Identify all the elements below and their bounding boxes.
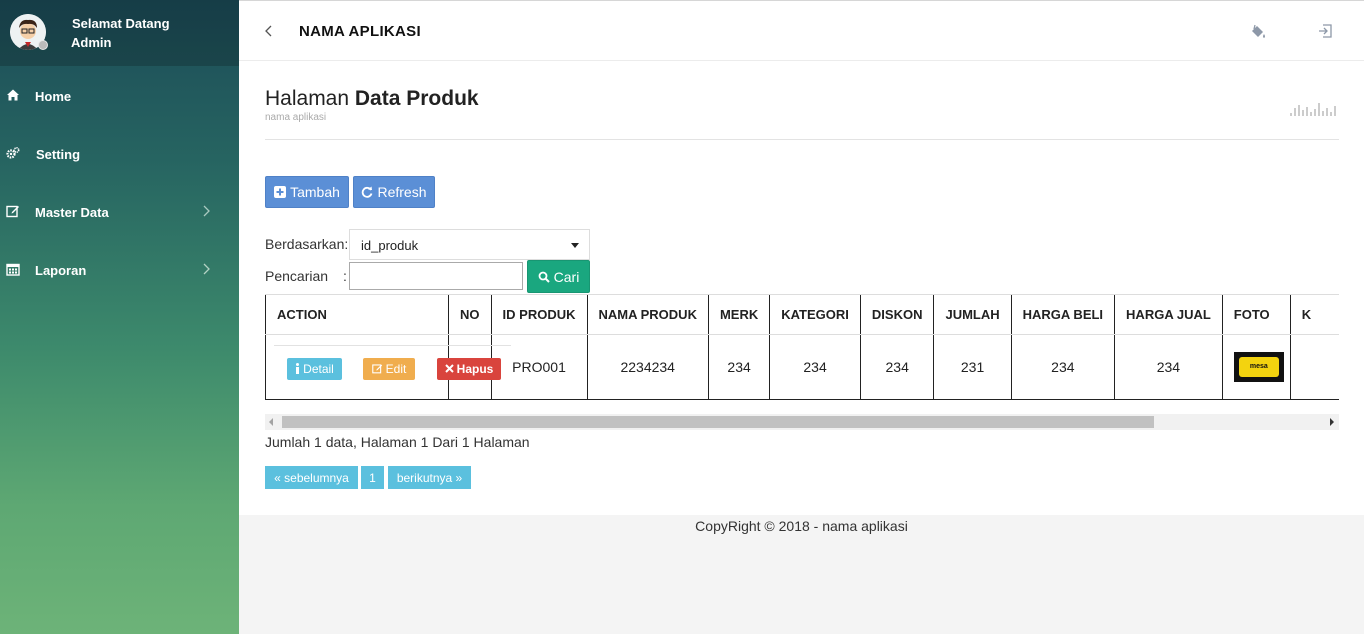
pagination-info: Jumlah 1 data, Halaman 1 Dari 1 Halaman [265, 434, 530, 450]
caret-down-icon [571, 243, 579, 248]
sidebar-item-home[interactable]: Home [0, 76, 239, 116]
horizontal-scrollbar[interactable] [265, 414, 1339, 430]
edit-label: Edit [385, 361, 407, 376]
cell-harga-jual: 234 [1114, 334, 1223, 399]
column-header-k: K [1289, 295, 1339, 335]
chevron-right-icon [203, 205, 210, 217]
welcome-text: Selamat Datang [72, 16, 170, 31]
column-header-foto: FOTO [1221, 295, 1291, 335]
page-title: Halaman Data Produk [265, 87, 479, 111]
scroll-right-arrow-icon[interactable] [1330, 418, 1334, 426]
calendar-icon [6, 263, 20, 276]
column-header-kategori: KATEGORI [769, 295, 861, 335]
content-panel: Halaman Data Produk nama aplikasi Tambah [239, 61, 1364, 515]
top-navbar: NAMA APLIKASI [239, 0, 1364, 61]
bar-chart-icon [1290, 103, 1336, 116]
hapus-button[interactable]: Hapus [437, 357, 501, 380]
home-icon [7, 89, 19, 101]
scroll-left-arrow-icon[interactable] [269, 418, 273, 426]
tambah-button[interactable]: Tambah [265, 176, 349, 208]
filter-by-select[interactable]: id_produk [349, 229, 590, 260]
sidebar-item-label: Setting [36, 147, 81, 162]
search-colon: : [343, 268, 347, 284]
previous-page-button[interactable]: « sebelumnya [265, 466, 358, 489]
column-header-no: NO [448, 295, 492, 335]
column-header-merk: MERK [707, 295, 770, 335]
edit-icon [371, 364, 382, 374]
cell-merk: 234 [707, 334, 770, 399]
action-cell: Detail Edit Hapus [265, 334, 511, 399]
page-subtitle: nama aplikasi [265, 112, 327, 123]
detail-button[interactable]: Detail [287, 357, 342, 380]
close-icon [444, 364, 454, 373]
cell-jumlah: 231 [933, 334, 1012, 399]
column-header-action: ACTION [265, 295, 449, 335]
sidebar-item-label: Master Data [35, 205, 109, 220]
refresh-label: Refresh [377, 184, 427, 200]
cell-kategori: 234 [769, 334, 861, 399]
page-title-prefix: Halaman [265, 87, 350, 110]
tambah-label: Tambah [290, 184, 340, 200]
cell-foto: mesa [1221, 334, 1291, 399]
app-title: NAMA APLIKASI [299, 23, 421, 40]
cogs-icon [6, 146, 20, 159]
search-label: Pencarian [265, 268, 329, 284]
refresh-button[interactable]: Refresh [353, 176, 435, 208]
column-header-id-produk: ID PRODUK [490, 295, 587, 335]
column-header-harga-jual: HARGA JUAL [1114, 295, 1223, 335]
action-group: Detail Edit Hapus [274, 344, 511, 391]
table-header-row: ACTION NO ID PRODUK NAMA PRODUK MERK KAT… [265, 295, 1339, 335]
logout-icon[interactable] [1317, 23, 1333, 39]
cari-label: Cari [553, 268, 580, 285]
search-icon [538, 271, 550, 283]
hapus-label: Hapus [456, 361, 494, 376]
username: Admin [71, 35, 112, 50]
sidebar-item-label: Laporan [35, 263, 87, 278]
filter-by-value: id_produk [361, 238, 419, 253]
table-row: Detail Edit Hapus PRO001 2234234 234 234… [265, 334, 1339, 399]
next-page-button[interactable]: berikutnya » [388, 466, 471, 489]
scrollbar-thumb[interactable] [282, 416, 1154, 428]
cell-diskon: 234 [859, 334, 934, 399]
product-photo-logo: mesa [1238, 356, 1279, 377]
cell-harga-beli: 234 [1010, 334, 1115, 399]
page-title-bold: Data Produk [354, 87, 479, 110]
chevron-left-icon[interactable] [262, 23, 276, 39]
column-header-nama-produk: NAMA PRODUK [586, 295, 709, 335]
cari-button[interactable]: Cari [527, 260, 590, 293]
plus-square-icon [274, 186, 287, 198]
chevron-right-icon [203, 263, 210, 275]
user-panel: Selamat Datang Admin [0, 0, 239, 66]
sidebar-item-setting[interactable]: Setting [0, 134, 239, 174]
data-table: ACTION NO ID PRODUK NAMA PRODUK MERK KAT… [265, 294, 1339, 400]
main-area: NAMA APLIKASI Halaman Data Produk nama a… [239, 0, 1364, 634]
footer: CopyRight © 2018 - nama aplikasi [239, 515, 1364, 634]
sidebar: Selamat Datang Admin Home Setting Master… [0, 0, 239, 634]
copyright-text: CopyRight © 2018 - nama aplikasi [695, 518, 908, 534]
edit-icon [6, 205, 19, 218]
edit-button[interactable]: Edit [363, 357, 415, 380]
info-icon [296, 363, 300, 374]
sidebar-item-laporan[interactable]: Laporan [0, 250, 239, 290]
column-header-jumlah: JUMLAH [933, 295, 1012, 335]
column-header-harga-beli: HARGA BELI [1010, 295, 1115, 335]
filter-by-label: Berdasarkan: [265, 236, 349, 252]
column-header-diskon: DISKON [859, 295, 934, 335]
product-photo[interactable]: mesa [1233, 351, 1284, 382]
paint-bucket-icon[interactable] [1249, 23, 1267, 41]
divider [265, 139, 1339, 140]
cell-nama-produk: 2234234 [586, 334, 709, 399]
refresh-icon [362, 186, 373, 198]
cell-k [1289, 334, 1339, 399]
page-1-button[interactable]: 1 [361, 466, 384, 489]
detail-label: Detail [303, 361, 334, 376]
sidebar-item-master-data[interactable]: Master Data [0, 192, 239, 232]
search-input[interactable] [349, 262, 523, 290]
status-dot [38, 40, 48, 50]
sidebar-item-label: Home [35, 89, 72, 104]
